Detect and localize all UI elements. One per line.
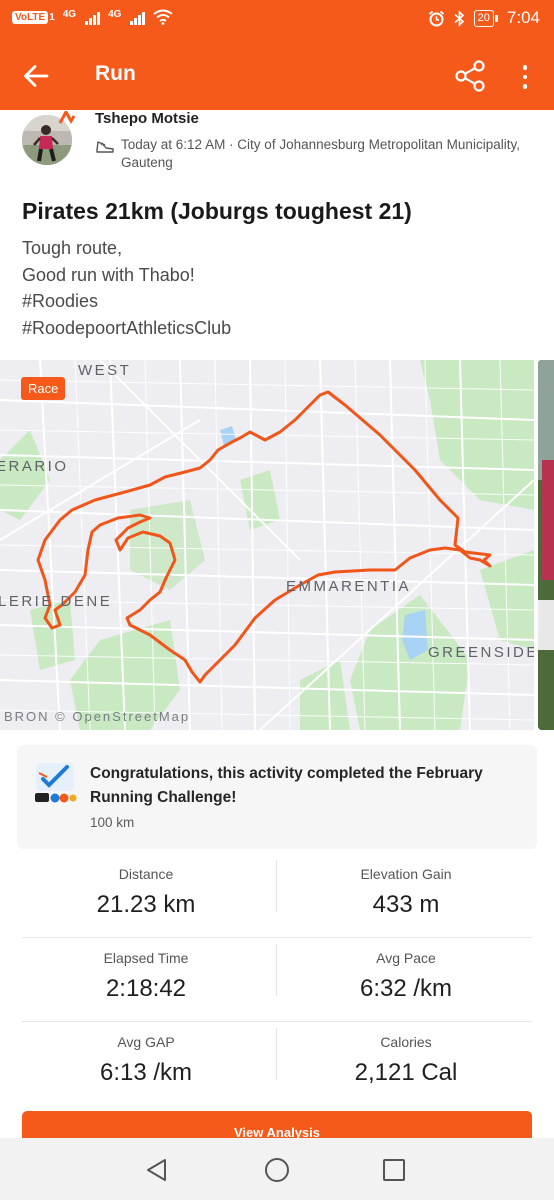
status-right: 20 7:04 [428,8,540,28]
status-bar: VoLTE 1 4G 4G 20 7:04 [0,0,554,40]
dot [522,74,528,80]
map-label-rario: ERARIO [0,458,69,475]
shoe-icon [96,141,114,153]
system-nav-bar [0,1138,554,1200]
dot [522,84,528,89]
description-line: Tough route, [22,238,123,258]
status-time: 7:04 [506,8,540,27]
share-button[interactable] [452,58,488,94]
stat-label: Distance [118,866,174,882]
route-line [36,390,492,684]
wifi-icon [153,9,174,25]
nav-back-icon[interactable] [140,1153,174,1187]
stat-label: Avg GAP [117,1034,175,1050]
stat-label: Elapsed Time [103,950,189,966]
stat-label: Calories [380,1034,432,1050]
stat-label: Avg Pace [376,950,436,966]
activity-title: Pirates 21km (Joburgs toughest 21) [22,198,412,224]
challenge-goal: 100 km [90,815,135,830]
challenge-card[interactable]: Congratulations, this activity completed… [17,745,537,849]
dot [522,65,528,70]
description-line: Good run with Thabo! [22,264,195,285]
sim-slot: 1 [49,11,55,23]
challenge-badge-icon [35,763,77,803]
battery-icon: 20 [473,9,499,27]
bluetooth-icon [454,9,464,27]
signal-icon [130,9,146,25]
map-label-west: WEST [78,362,132,379]
nav-home-icon[interactable] [260,1153,294,1187]
row-divider [22,1021,532,1022]
stat-avg-gap: Avg GAP 6:13 /km [16,1034,276,1087]
map-label-lerie-dene: LERIE DENE [0,593,113,610]
stat-value: 2,121 Cal [354,1059,458,1086]
stat-label: Elevation Gain [360,866,452,882]
overflow-menu-button[interactable] [512,60,538,94]
row-divider [22,937,532,938]
map-attribution: BRON © OpenStreetMap [4,709,191,724]
stat-divider [276,1028,277,1080]
map-label-emmarentia: EMMARENTIA [286,578,412,595]
map-label-greenside: GREENSIDE [428,644,534,661]
stat-value: 21.23 km [96,891,196,918]
app-bar: Run [0,40,554,110]
stat-elevation-gain: Elevation Gain 433 m [276,866,536,919]
stat-divider [276,860,277,912]
stat-divider [276,944,277,996]
race-badge: Race [21,377,66,400]
network-type-2: 4G [108,9,122,20]
stat-distance: Distance 21.23 km [16,866,276,919]
status-left: VoLTE 1 4G 4G [12,9,174,25]
route-map[interactable]: Race WEST ERARIO EMMARENTIA LERIE DENE G… [0,360,534,730]
strava-subscriber-badge [58,111,76,124]
volte-indicator: VoLTE [12,10,49,24]
activity-photo-thumbnail[interactable] [538,360,554,730]
arrow-left-icon [24,65,49,87]
stat-value: 6:32 /km [359,975,453,1002]
stat-value: 433 m [372,891,440,918]
activity-date-location: Today at 6:12 AM · City of Johannesburg … [121,137,520,170]
share-icon [455,60,485,92]
photo-image [538,360,554,730]
alarm-icon [428,10,444,26]
description-line[interactable]: #RoodepoortAthleticsClub [22,315,231,342]
challenge-message: Congratulations, this activity completed… [90,765,483,806]
athlete-name[interactable]: Tshepo Motsie [95,110,199,127]
nav-recents-icon[interactable] [377,1153,411,1187]
description-line[interactable]: #Roodies [22,288,231,315]
back-button[interactable] [18,58,54,94]
stat-value: 2:18:42 [105,975,187,1002]
network-type-1: 4G [62,9,77,20]
signal-icon [85,9,101,25]
page-title: Run [95,62,136,85]
stat-calories: Calories 2,121 Cal [276,1034,536,1087]
stat-elapsed-time: Elapsed Time 2:18:42 [16,950,276,1003]
activity-description: Tough route, Good run with Thabo! #Roodi… [22,235,231,341]
stat-avg-pace: Avg Pace 6:32 /km [276,950,536,1003]
stat-value: 6:13 /km [99,1059,193,1086]
